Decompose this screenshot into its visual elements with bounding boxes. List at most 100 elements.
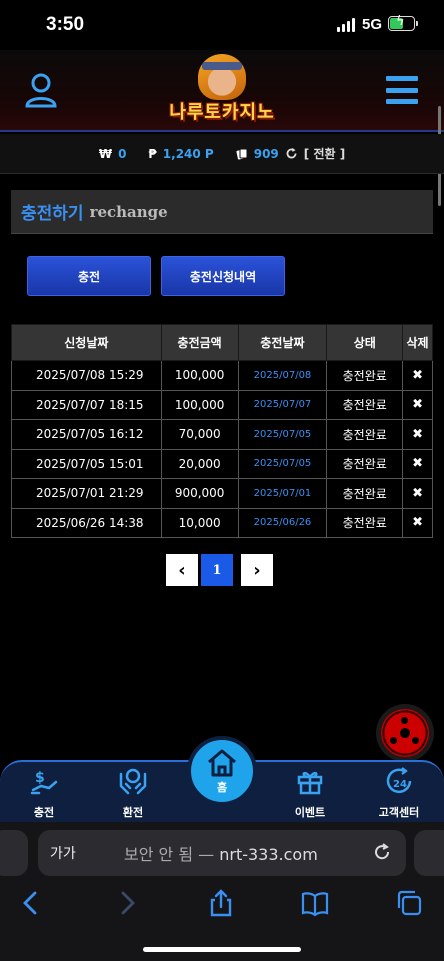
- charge-history-table: 신청날짜 충전금액 충전날짜 상태 삭제 2025/07/08 15:29 10…: [11, 324, 433, 538]
- delete-icon[interactable]: ✖: [402, 478, 433, 509]
- svg-text:$: $: [35, 770, 45, 786]
- switch-link[interactable]: [ 전환 ]: [304, 145, 345, 162]
- site-logo[interactable]: 나루토카지노: [168, 54, 276, 126]
- table-row: 2025/07/05 15:01 20,000 2025/07/05 충전완료 …: [11, 448, 433, 479]
- address-bar[interactable]: 가가 보안 안 됨 — nrt-333.com: [38, 830, 406, 876]
- table-row: 2025/07/08 15:29 100,000 2025/07/08 충전완료…: [11, 360, 433, 391]
- charge-icon: $: [30, 770, 58, 795]
- charge-date: 2025/07/07: [237, 389, 328, 420]
- signal-icon: [337, 18, 355, 32]
- domain-text: nrt-333.com: [219, 845, 318, 864]
- nav-exchange[interactable]: 환전: [93, 762, 173, 824]
- charge-date: 2025/06/26: [237, 507, 328, 538]
- status: 충전완료: [326, 507, 404, 538]
- col-status: 상태: [326, 324, 404, 361]
- status: 충전완료: [326, 360, 404, 391]
- page-title-english: rechange: [89, 202, 168, 221]
- charge-date: 2025/07/05: [237, 448, 328, 479]
- amount: 100,000: [160, 389, 239, 420]
- nav-event-label: 이벤트: [294, 806, 326, 819]
- nav-home-label: 홈: [216, 780, 228, 794]
- point-balance: 1,240 P: [162, 146, 214, 161]
- status-bar: 3:50 5G ϟ: [0, 0, 444, 50]
- pagination-next-button[interactable]: ›: [241, 554, 273, 586]
- charge-date: 2025/07/05: [237, 419, 328, 450]
- hamburger-menu-icon[interactable]: [386, 76, 418, 104]
- tabs-icon[interactable]: [394, 888, 424, 918]
- request-date: 2025/07/05 15:01: [11, 448, 162, 479]
- share-icon[interactable]: [206, 888, 236, 918]
- table-row: 2025/07/05 16:12 70,000 2025/07/05 충전완료 …: [11, 419, 433, 450]
- card-icon: [236, 148, 248, 160]
- page-title: 충전하기 rechange: [11, 190, 433, 234]
- tab-charge-history[interactable]: 충전신청내역: [161, 256, 285, 296]
- status: 충전완료: [326, 448, 404, 479]
- table-row: 2025/07/01 21:29 900,000 2025/07/01 충전완료…: [11, 478, 433, 509]
- point-icon: ₱: [148, 146, 157, 161]
- home-indicator: [143, 947, 301, 952]
- nav-charge-label: 충전: [33, 806, 55, 819]
- status-time: 3:50: [46, 14, 85, 35]
- refresh-icon[interactable]: [285, 147, 298, 160]
- network-label: 5G: [362, 16, 383, 33]
- won-icon: ₩: [98, 146, 113, 161]
- pagination-prev-button[interactable]: ‹: [166, 554, 198, 586]
- user-icon[interactable]: [24, 72, 58, 108]
- nav-support[interactable]: 24 고객센터: [359, 762, 439, 824]
- browser-chrome: 가가 보안 안 됨 — nrt-333.com: [0, 822, 444, 961]
- balance-bar: ₩ 0 ₱ 1,240 P 909 [ 전환 ]: [0, 134, 444, 174]
- status: 충전완료: [326, 419, 404, 450]
- support-24-icon: 24: [386, 767, 412, 794]
- delete-icon[interactable]: ✖: [402, 507, 433, 538]
- request-date: 2025/07/05 16:12: [11, 419, 162, 450]
- reader-settings-button[interactable]: 가가: [50, 843, 76, 863]
- request-date: 2025/07/07 18:15: [11, 389, 162, 420]
- previous-tab-preview[interactable]: [0, 830, 28, 876]
- delete-icon[interactable]: ✖: [402, 360, 433, 391]
- status: 충전완료: [326, 478, 404, 509]
- col-request-date: 신청날짜: [11, 324, 162, 361]
- nav-support-label: 고객센터: [378, 806, 420, 819]
- status: 충전완료: [326, 389, 404, 420]
- insecure-label: 보안 안 됨 —: [124, 845, 215, 864]
- col-amount: 충전금액: [160, 324, 239, 361]
- home-icon: [208, 749, 236, 776]
- nav-event[interactable]: 이벤트: [270, 762, 350, 824]
- sharingan-float-button[interactable]: [376, 704, 434, 762]
- request-date: 2025/07/08 15:29: [11, 360, 162, 391]
- won-balance: 0: [118, 146, 127, 161]
- svg-text:24: 24: [393, 779, 407, 790]
- bookmarks-icon[interactable]: [300, 888, 330, 918]
- sharingan-icon: [381, 709, 429, 757]
- back-icon[interactable]: [16, 888, 46, 918]
- site-header: 나루토카지노: [0, 50, 444, 206]
- next-tab-preview[interactable]: [414, 830, 444, 876]
- logo-text: 나루토카지노: [169, 102, 275, 123]
- pagination-page-1[interactable]: 1: [201, 554, 233, 586]
- browser-toolbar: [0, 884, 444, 924]
- tab-charge[interactable]: 충전: [27, 256, 151, 296]
- request-date: 2025/06/26 14:38: [11, 507, 162, 538]
- col-delete: 삭제: [402, 324, 433, 361]
- forward-icon[interactable]: [112, 888, 142, 918]
- charge-date: 2025/07/08: [237, 360, 328, 391]
- request-date: 2025/07/01 21:29: [11, 478, 162, 509]
- delete-icon[interactable]: ✖: [402, 448, 433, 479]
- nav-home-button[interactable]: 홈: [187, 736, 257, 806]
- exchange-icon: [119, 768, 147, 795]
- nav-exchange-label: 환전: [122, 806, 144, 819]
- table-row: 2025/06/26 14:38 10,000 2025/06/26 충전완료 …: [11, 507, 433, 538]
- col-charge-date: 충전날짜: [237, 324, 328, 361]
- delete-icon[interactable]: ✖: [402, 389, 433, 420]
- table-header-row: 신청날짜 충전금액 충전날짜 상태 삭제: [11, 324, 433, 361]
- reload-icon[interactable]: [372, 842, 392, 862]
- amount: 70,000: [160, 419, 239, 450]
- nav-charge[interactable]: $ 충전: [4, 762, 84, 824]
- amount: 10,000: [160, 507, 239, 538]
- gift-icon: [297, 771, 323, 795]
- charge-date: 2025/07/01: [237, 478, 328, 509]
- delete-icon[interactable]: ✖: [402, 419, 433, 450]
- amount: 100,000: [160, 360, 239, 391]
- address-text: 보안 안 됨 — nrt-333.com: [124, 841, 318, 865]
- table-row: 2025/07/07 18:15 100,000 2025/07/07 충전완료…: [11, 389, 433, 420]
